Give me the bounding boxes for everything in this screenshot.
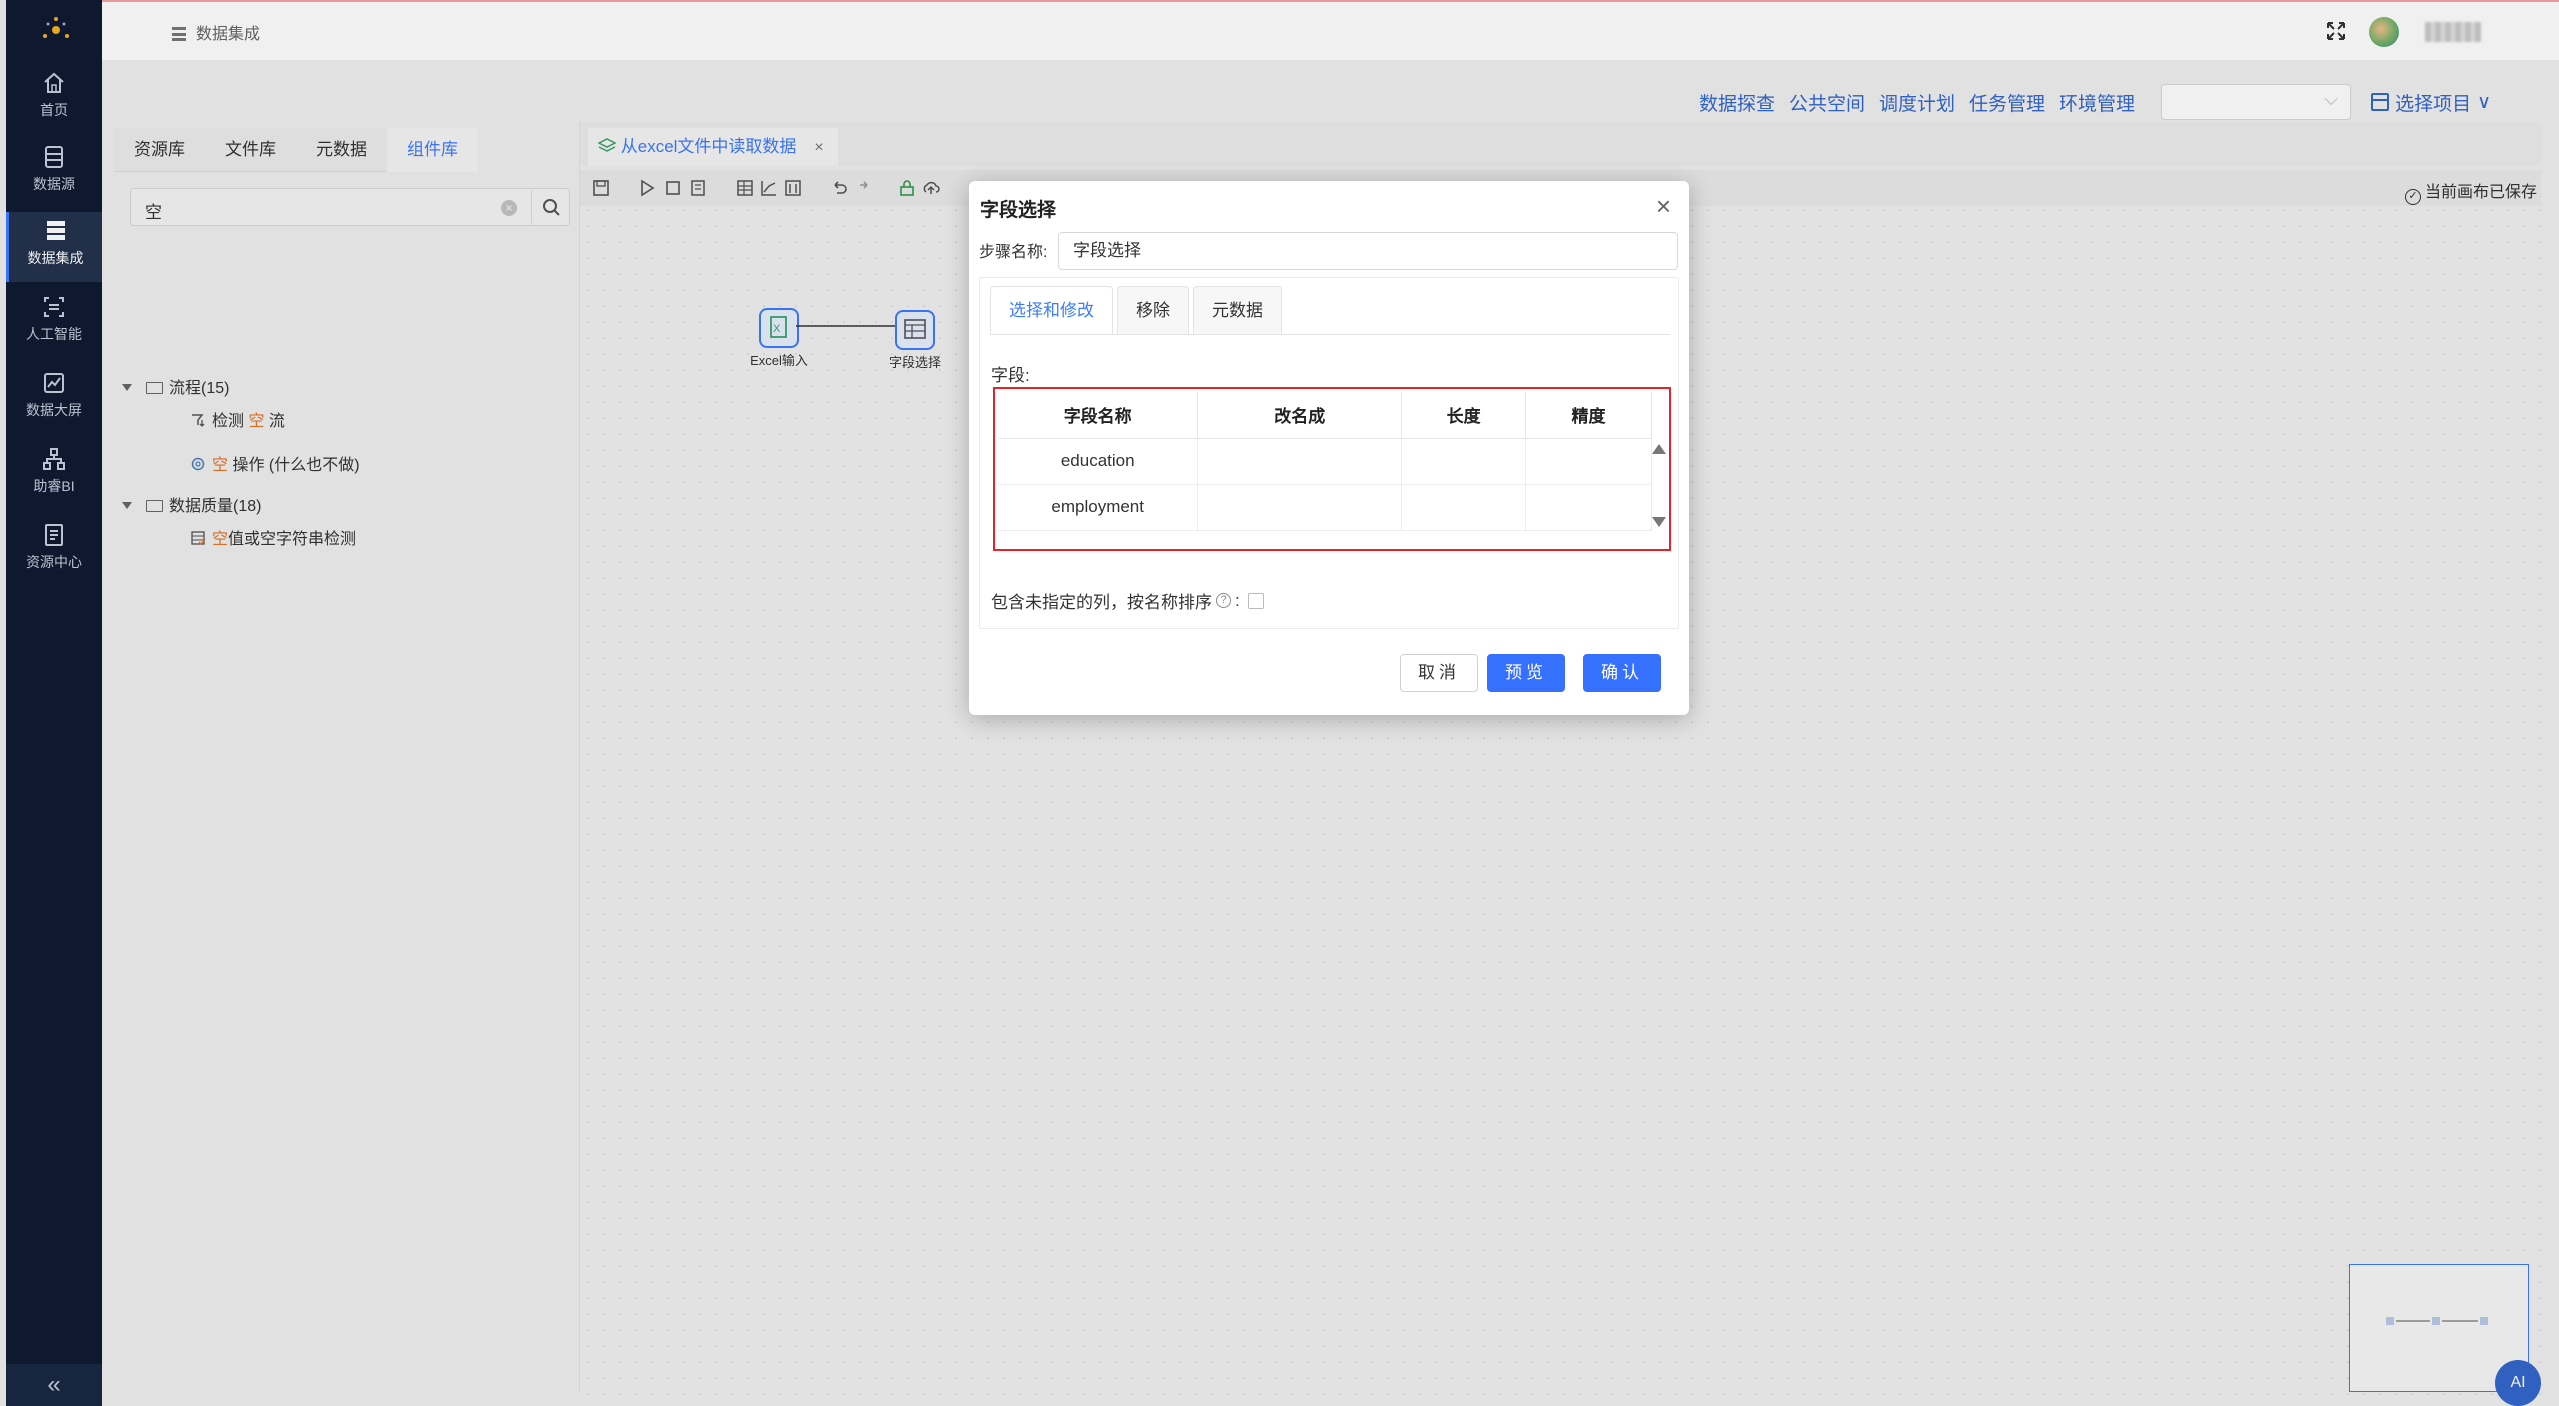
cell-rename[interactable] [1197,438,1403,485]
scroll-down-icon[interactable] [1652,517,1666,527]
fields-table: 字段名称 改名成 长度 精度 education employment [998,392,1652,531]
preview-button[interactable]: 预览 [1487,654,1565,692]
dialog-tab-panel: 选择和修改 移除 元数据 字段: 字段名称 改名成 长度 精度 educatio… [979,277,1679,629]
tab-metadata[interactable]: 元数据 [1193,286,1282,334]
dialog-title: 字段选择 [980,200,1057,221]
help-icon[interactable]: ? [1216,593,1231,608]
tab-remove[interactable]: 移除 [1117,286,1189,334]
step-name-input[interactable]: 字段选择 [1058,232,1678,270]
step-name-label: 步骤名称: [979,244,1048,261]
column-header-field-name[interactable]: 字段名称 [998,392,1199,439]
include-unspecified-checkbox[interactable] [1247,592,1264,609]
cell-field-name[interactable]: employment [998,484,1199,531]
column-header-length[interactable]: 长度 [1401,392,1527,439]
close-icon[interactable]: × [1656,193,1671,219]
table-row[interactable]: employment [998,484,1652,531]
tab-divider [990,334,1670,335]
confirm-button[interactable]: 确认 [1583,654,1661,692]
tab-select-modify[interactable]: 选择和修改 [990,286,1113,334]
table-row[interactable]: education [998,438,1652,485]
column-header-precision[interactable]: 精度 [1525,392,1652,439]
cell-length[interactable] [1401,438,1527,485]
include-unspecified-row: 包含未指定的列，按名称排序 ? : [991,588,1264,613]
cell-rename[interactable] [1197,484,1403,531]
column-header-rename[interactable]: 改名成 [1197,392,1403,439]
cell-length[interactable] [1401,484,1527,531]
scroll-up-icon[interactable] [1652,444,1666,454]
cell-field-name[interactable]: education [998,438,1199,485]
field-select-dialog: 字段选择 × 步骤名称: 字段选择 选择和修改 移除 元数据 字段: 字段名称 … [969,181,1689,715]
fields-grid: 字段名称 改名成 长度 精度 education employment [993,387,1671,551]
fields-label: 字段: [991,366,1030,385]
cell-precision[interactable] [1525,438,1652,485]
cancel-button[interactable]: 取消 [1400,654,1478,692]
cell-precision[interactable] [1525,484,1652,531]
